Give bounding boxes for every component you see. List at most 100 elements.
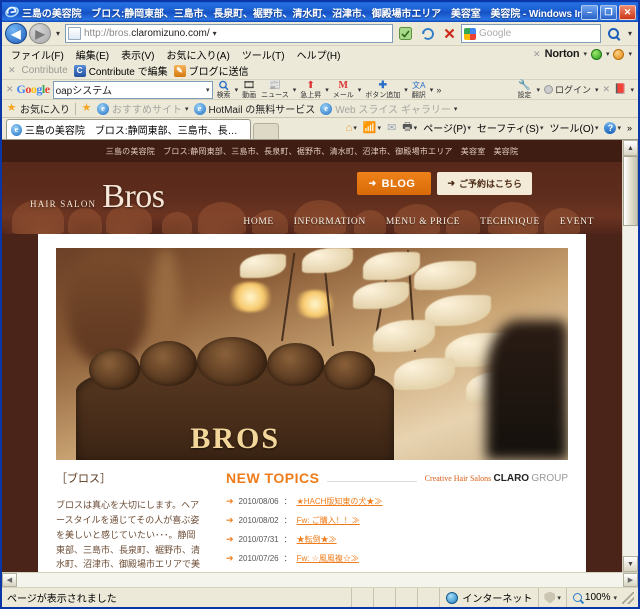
google-add-button[interactable]: ✚ ボタン追加: [364, 80, 401, 99]
help-menu-button[interactable]: ? ▾: [602, 121, 623, 134]
norton-close-icon[interactable]: ✕: [533, 49, 541, 60]
topic-link[interactable]: Fw: ☆風風複☆≫: [297, 553, 359, 564]
site-logo[interactable]: HAIR SALON Bros: [30, 180, 165, 214]
stop-icon[interactable]: [439, 24, 459, 44]
google-video-button[interactable]: 🎞 動画: [241, 80, 257, 99]
pdf-dropdown-icon[interactable]: ▾: [630, 86, 634, 94]
print-dropdown-icon[interactable]: ▾: [414, 124, 418, 132]
menu-item-edit[interactable]: 編集(E): [71, 46, 114, 63]
scroll-left-arrow[interactable]: ◀: [2, 573, 17, 587]
menu-item-tools[interactable]: ツール(T): [237, 46, 290, 63]
google-news-button[interactable]: 📰 ニュース: [260, 80, 290, 99]
search-go-icon[interactable]: [603, 24, 623, 44]
topic-link[interactable]: ★転倒★≫: [297, 534, 337, 545]
topic-link[interactable]: ★HACH版知東の犬★≫: [297, 496, 383, 507]
forward-button[interactable]: ▶: [29, 23, 51, 44]
nav-item-technique[interactable]: TECHNIQUE: [480, 217, 540, 227]
norton-identity-icon[interactable]: [613, 48, 625, 60]
minimize-button[interactable]: –: [581, 4, 598, 20]
norton-dropdown-icon[interactable]: ▾: [583, 50, 587, 58]
topic-link[interactable]: Fw: ご購入！！≫: [297, 515, 360, 526]
scroll-up-arrow[interactable]: ▲: [623, 140, 638, 156]
google-add-dropdown-icon[interactable]: ▾: [404, 86, 408, 94]
google-mail-button[interactable]: M メール: [332, 80, 355, 99]
security-zone[interactable]: インターネット: [439, 588, 538, 607]
google-login-dropdown-icon[interactable]: ▾: [595, 86, 599, 94]
pdf-icon[interactable]: 📕: [614, 84, 626, 95]
address-input[interactable]: http://bros.claromizuno.com/ ▾: [65, 24, 393, 43]
back-button[interactable]: ◀: [5, 23, 27, 44]
page-menu-button[interactable]: ページ(P) ▾: [421, 120, 473, 135]
suggested-sites-dropdown-icon[interactable]: ▾: [185, 105, 189, 113]
google-settings-button[interactable]: 🔧 設定: [516, 80, 532, 99]
topic-item[interactable]: ➔ 2010/07/26 ： Fw: ☆風風複☆≫: [226, 553, 568, 564]
safety-menu-button[interactable]: セーフティ(S) ▾: [475, 120, 546, 135]
refresh-icon[interactable]: [417, 24, 437, 44]
home-button[interactable]: ⌂ ▾: [344, 122, 359, 134]
feeds-button[interactable]: 📶 ▾: [361, 121, 383, 134]
new-tab-button[interactable]: [253, 123, 279, 139]
google-search-input[interactable]: oapシステム ▾: [52, 80, 213, 99]
reservation-button[interactable]: ➜ ご予約はこちら: [437, 172, 532, 195]
scroll-thumb[interactable]: [623, 156, 638, 226]
norton-label[interactable]: Norton: [545, 48, 580, 60]
ie-search-box[interactable]: Google: [461, 24, 601, 43]
contribute-edit-button[interactable]: C Contribute で編集: [73, 63, 168, 78]
recent-pages-dropdown[interactable]: ▾: [53, 29, 63, 38]
maximize-button[interactable]: ❐: [600, 4, 617, 20]
favorite-hotmail[interactable]: e HotMail の無料サービス: [193, 101, 315, 116]
search-provider-dropdown[interactable]: ▾: [625, 29, 635, 38]
google-login-button[interactable]: ログイン: [543, 83, 591, 96]
help-dropdown-icon[interactable]: ▾: [617, 124, 621, 132]
close-button[interactable]: ✕: [619, 4, 636, 20]
scroll-down-arrow[interactable]: ▼: [623, 556, 638, 572]
google-trends-button[interactable]: ⬆ 急上昇: [299, 80, 322, 99]
nav-item-home[interactable]: HOME: [243, 217, 273, 227]
menu-item-view[interactable]: 表示(V): [116, 46, 159, 63]
norton-status-dropdown-icon[interactable]: ▾: [606, 50, 610, 58]
menu-item-favorites[interactable]: お気に入り(A): [161, 46, 234, 63]
google-settings-dropdown-icon[interactable]: ▾: [536, 86, 540, 94]
add-favorite-icon[interactable]: ★: [81, 103, 92, 114]
google-translate-dropdown-icon[interactable]: ▾: [430, 86, 434, 94]
blog-button[interactable]: ➜ BLOG: [356, 172, 432, 195]
favorite-suggested-sites[interactable]: e おすすめサイト ▾: [97, 101, 189, 116]
favorite-web-slice-gallery[interactable]: e Web スライス ギャラリー ▾: [320, 101, 457, 116]
contribute-toolbar-icon[interactable]: [395, 24, 415, 44]
google-news-dropdown-icon[interactable]: ▾: [293, 86, 297, 94]
menu-item-file[interactable]: ファイル(F): [6, 46, 69, 63]
command-bar-overflow[interactable]: »: [625, 123, 634, 133]
favorites-button[interactable]: ★ お気に入り: [6, 101, 70, 117]
horizontal-scroll-track[interactable]: [17, 573, 623, 587]
read-mail-button[interactable]: ✉: [385, 121, 398, 134]
norton-status-icon[interactable]: [590, 48, 602, 60]
zoom-control[interactable]: 100% ▾: [565, 588, 638, 607]
google-search-options-icon[interactable]: ▾: [235, 86, 239, 94]
tab-active[interactable]: e 三島の美容院 ブロス:静岡東部、三島市、長泉町、…: [6, 119, 251, 139]
zoom-dropdown-icon[interactable]: ▾: [613, 594, 617, 602]
pdf-toolbar-close-icon[interactable]: ✕: [602, 84, 610, 95]
topic-item[interactable]: ➔ 2010/07/31 ： ★転倒★≫: [226, 534, 568, 545]
feeds-dropdown-icon[interactable]: ▾: [378, 124, 382, 132]
google-toolbar-close-icon[interactable]: ✕: [6, 84, 14, 95]
nav-item-event[interactable]: EVENT: [560, 217, 594, 227]
protected-mode-indicator[interactable]: ▾: [538, 588, 566, 607]
nav-item-menu-price[interactable]: MENU & PRICE: [386, 217, 460, 227]
horizontal-scrollbar[interactable]: ◀ ▶: [2, 572, 638, 587]
resize-grip[interactable]: [622, 591, 634, 604]
google-trends-dropdown-icon[interactable]: ▾: [325, 86, 329, 94]
vertical-scrollbar[interactable]: ▲ ▼: [622, 140, 638, 572]
tools-menu-button[interactable]: ツール(O) ▾: [548, 120, 601, 135]
scroll-track[interactable]: [623, 156, 638, 556]
google-mail-dropdown-icon[interactable]: ▾: [358, 86, 362, 94]
contribute-close-icon[interactable]: ✕: [8, 65, 16, 76]
topic-item[interactable]: ➔ 2010/08/02 ： Fw: ご購入！！≫: [226, 515, 568, 526]
nav-item-information[interactable]: INFORMATION: [294, 217, 366, 227]
print-button[interactable]: 🖶 ▾: [400, 118, 419, 137]
google-translate-button[interactable]: 文A 翻訳: [411, 80, 427, 99]
scroll-right-arrow[interactable]: ▶: [623, 573, 638, 587]
norton-identity-dropdown-icon[interactable]: ▾: [628, 50, 632, 58]
address-dropdown-icon[interactable]: ▾: [213, 29, 219, 38]
home-dropdown-icon[interactable]: ▾: [353, 124, 357, 132]
google-search-dropdown-icon[interactable]: ▾: [206, 86, 210, 94]
